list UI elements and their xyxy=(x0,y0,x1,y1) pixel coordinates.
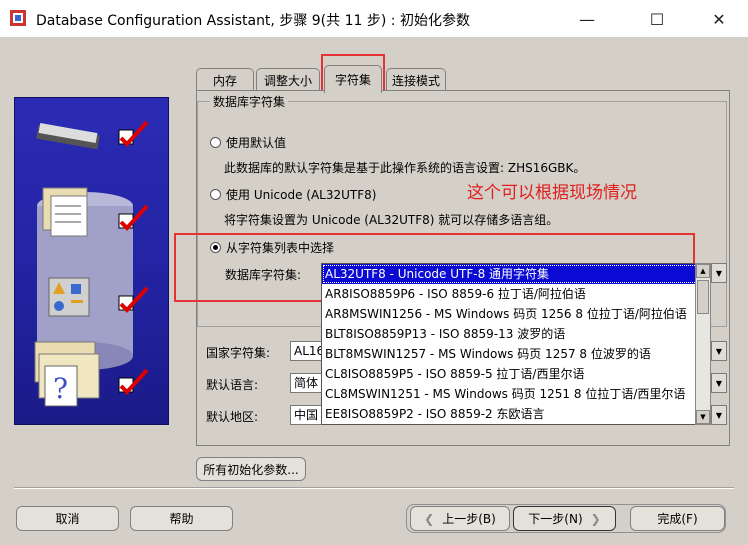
default-territory-label: 默认地区: xyxy=(206,410,259,424)
chevron-left-icon: ❮ xyxy=(424,511,435,526)
back-button[interactable]: ❮ 上一步(B) xyxy=(410,506,510,531)
close-button[interactable]: ✕ xyxy=(696,0,742,38)
radio-label: 使用默认值 xyxy=(226,136,287,150)
national-charset-label: 国家字符集: xyxy=(206,346,271,360)
dropdown-item[interactable]: CL8ISO8859P5 - ISO 8859-5 拉丁语/西里尔语 xyxy=(322,364,710,384)
chevron-right-icon: ❯ xyxy=(590,511,601,526)
all-init-params-button[interactable]: 所有初始化参数... xyxy=(196,457,306,481)
finish-button[interactable]: 完成(F) xyxy=(630,506,725,531)
scroll-thumb[interactable] xyxy=(697,280,709,314)
documents-icon xyxy=(42,187,88,237)
divider xyxy=(14,487,734,489)
dropdown-scrollbar[interactable]: ▲ ▼ xyxy=(695,263,711,425)
back-button-label: 上一步(B) xyxy=(442,512,496,526)
chevron-down-icon[interactable]: ▼ xyxy=(711,263,727,283)
check-mark-icon xyxy=(118,368,149,395)
window-title: Database Configuration Assistant, 步骤 9(共… xyxy=(36,13,470,29)
dropdown-item[interactable]: BLT8ISO8859P13 - ISO 8859-13 波罗的语 xyxy=(322,324,710,344)
dropdown-item[interactable]: AR8MSWIN1256 - MS Windows 码页 1256 8 位拉丁语… xyxy=(322,304,710,324)
shapes-config-icon xyxy=(48,277,90,317)
charset-dropdown-list[interactable]: AL32UTF8 - Unicode UTF-8 通用字符集 AR8ISO885… xyxy=(321,263,711,425)
db-charset-group-title: 数据库字符集 xyxy=(210,93,289,110)
minimize-button[interactable]: — xyxy=(564,0,610,38)
scroll-up-icon[interactable]: ▲ xyxy=(696,264,710,278)
help-button[interactable]: 帮助 xyxy=(130,506,233,531)
svg-text:?: ? xyxy=(53,372,68,405)
dbca-app-icon xyxy=(10,10,26,26)
dropdown-item[interactable]: AR8ISO8859P6 - ISO 8859-6 拉丁语/阿拉伯语 xyxy=(322,284,710,304)
tab-memory[interactable]: 内存 xyxy=(196,68,254,92)
next-button[interactable]: 下一步(N) ❯ xyxy=(513,506,616,531)
maximize-button[interactable]: ☐ xyxy=(634,0,680,38)
dropdown-item-selected[interactable]: AL32UTF8 - Unicode UTF-8 通用字符集 xyxy=(322,264,710,284)
unicode-description: 将字符集设置为 Unicode (AL32UTF8) 就可以存储多语言组。 xyxy=(224,213,559,227)
tab-connection-mode[interactable]: 连接模式 xyxy=(386,68,446,92)
chevron-down-icon[interactable]: ▼ xyxy=(711,405,727,425)
default-description: 此数据库的默认字符集是基于此操作系统的语言设置: ZHS16GBK。 xyxy=(224,161,586,175)
cancel-button[interactable]: 取消 xyxy=(16,506,119,531)
title-bar: Database Configuration Assistant, 步骤 9(共… xyxy=(0,0,748,38)
dropdown-item[interactable]: BLT8MSWIN1257 - MS Windows 码页 1257 8 位波罗… xyxy=(322,344,710,364)
tab-sizing[interactable]: 调整大小 xyxy=(256,68,320,92)
chevron-down-icon[interactable]: ▼ xyxy=(711,373,727,393)
radio-button[interactable] xyxy=(210,137,221,148)
dropdown-item[interactable]: CL8MSWIN1251 - MS Windows 码页 1251 8 位拉丁语… xyxy=(322,384,710,404)
next-button-label: 下一步(N) xyxy=(528,512,583,526)
tab-character-sets[interactable]: 字符集 xyxy=(324,65,382,93)
annotation-text: 这个可以根据现场情况 xyxy=(467,183,637,203)
radio-button[interactable] xyxy=(210,189,221,200)
scroll-down-icon[interactable]: ▼ xyxy=(696,410,710,424)
default-language-label: 默认语言: xyxy=(206,378,259,392)
dropdown-item[interactable]: EE8ISO8859P2 - ISO 8859-2 东欧语言 xyxy=(322,404,710,424)
radio-use-unicode[interactable]: 使用 Unicode (AL32UTF8) xyxy=(210,186,376,203)
memory-chip-icon xyxy=(36,123,100,150)
radio-label: 使用 Unicode (AL32UTF8) xyxy=(226,188,377,202)
radio-use-default[interactable]: 使用默认值 xyxy=(210,134,286,151)
check-mark-icon xyxy=(118,120,149,147)
wizard-steps-graphic: ? xyxy=(34,120,149,407)
chevron-down-icon[interactable]: ▼ xyxy=(711,341,727,361)
wizard-progress-illustration: ? xyxy=(14,97,169,425)
question-documents-icon: ? xyxy=(34,341,100,407)
